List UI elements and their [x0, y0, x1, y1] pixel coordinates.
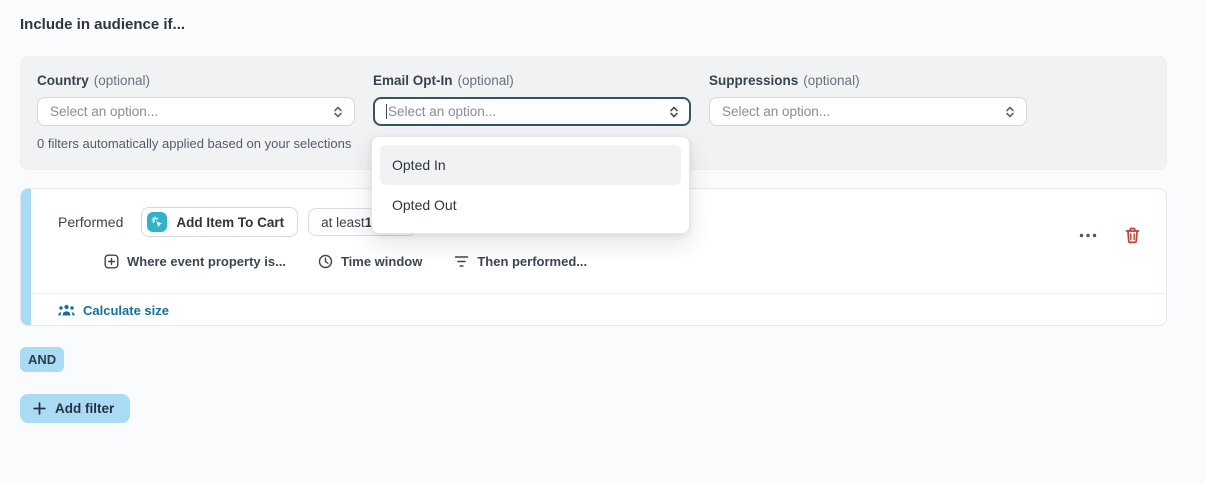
more-options-icon [1079, 233, 1097, 238]
calculate-size-button[interactable]: Calculate size [21, 293, 1166, 326]
where-event-property-label: Where event property is... [127, 254, 286, 269]
trash-icon [1125, 227, 1140, 244]
plus-icon [33, 402, 46, 415]
dropdown-option-opted-in[interactable]: Opted In [380, 145, 681, 185]
event-selector-button[interactable]: Add Item To Cart [141, 207, 298, 237]
plus-square-icon [104, 254, 119, 269]
suppressions-select-placeholder: Select an option... [722, 104, 1004, 119]
calculate-size-label: Calculate size [83, 303, 169, 318]
more-options-button[interactable] [1079, 233, 1097, 238]
then-performed-button[interactable]: Then performed... [454, 254, 587, 269]
dropdown-option-opted-out[interactable]: Opted Out [380, 185, 681, 225]
field-suppressions: Suppressions (optional) Select an option.… [709, 73, 1027, 126]
chevron-up-down-icon [1004, 105, 1016, 119]
time-window-button[interactable]: Time window [318, 254, 422, 269]
chevron-up-down-icon [332, 105, 344, 119]
clock-icon [318, 254, 333, 269]
count-prefix-label: at least [321, 215, 365, 230]
cursor-click-icon [147, 212, 167, 232]
and-connector-badge[interactable]: AND [20, 347, 64, 372]
where-event-property-button[interactable]: Where event property is... [104, 254, 286, 269]
time-window-label: Time window [341, 254, 422, 269]
chevron-up-down-icon [668, 105, 680, 119]
field-email-opt-in: Email Opt-In (optional) Select an option.… [373, 73, 691, 126]
country-select[interactable]: Select an option... [37, 97, 355, 126]
country-label: Country [37, 73, 89, 88]
page-title: Include in audience if... [20, 16, 185, 33]
country-select-placeholder: Select an option... [50, 104, 332, 119]
performed-label: Performed [58, 214, 123, 230]
add-filter-button[interactable]: Add filter [20, 394, 130, 423]
email-opt-in-select-placeholder: Select an option... [386, 104, 668, 119]
suppressions-select[interactable]: Select an option... [709, 97, 1027, 126]
email-opt-in-dropdown-menu: Opted In Opted Out [371, 136, 690, 234]
filter-icon [454, 255, 469, 268]
country-optional-label: (optional) [94, 73, 150, 88]
delete-filter-button[interactable] [1125, 227, 1140, 244]
event-name-label: Add Item To Cart [176, 215, 284, 230]
email-opt-in-label: Email Opt-In [373, 73, 453, 88]
users-icon [58, 303, 75, 317]
suppressions-label: Suppressions [709, 73, 798, 88]
field-country: Country (optional) Select an option... [37, 73, 355, 126]
email-opt-in-optional-label: (optional) [458, 73, 514, 88]
then-performed-label: Then performed... [477, 254, 587, 269]
email-opt-in-select[interactable]: Select an option... [373, 97, 691, 126]
suppressions-optional-label: (optional) [803, 73, 859, 88]
add-filter-label: Add filter [55, 401, 114, 416]
